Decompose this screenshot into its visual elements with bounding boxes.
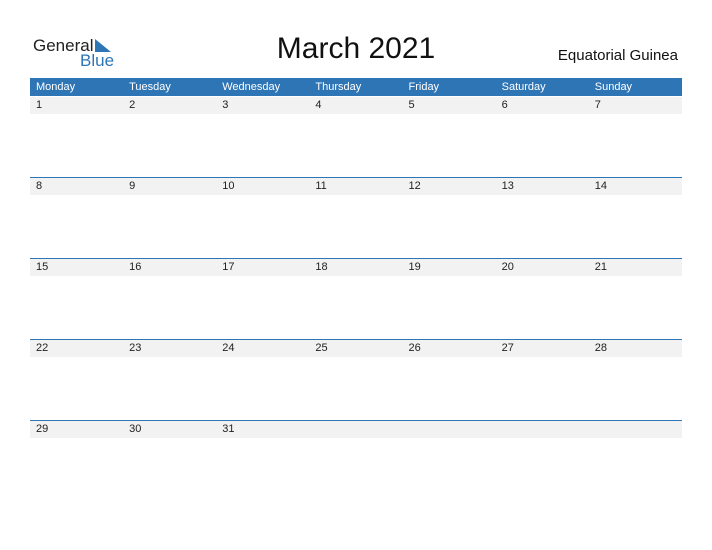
day-number-strip: 8 9 10 11 12 13 14 bbox=[30, 178, 682, 195]
day-cell: 1 bbox=[36, 99, 43, 111]
weekday-sunday: Sunday bbox=[594, 81, 633, 93]
day-cell: 16 bbox=[129, 261, 142, 273]
weekday-thursday: Thursday bbox=[315, 81, 362, 93]
day-cell: 19 bbox=[408, 261, 421, 273]
day-cell: 27 bbox=[501, 342, 514, 354]
day-number-strip: 22 23 24 25 26 27 28 bbox=[30, 340, 682, 357]
day-cell: 24 bbox=[222, 342, 235, 354]
day-cell: 11 bbox=[315, 180, 327, 192]
day-cell bbox=[309, 421, 402, 438]
day-cell bbox=[589, 421, 682, 438]
day-cell bbox=[496, 421, 589, 438]
week-row: 22 23 24 25 26 27 28 bbox=[30, 339, 682, 357]
day-cell: 6 bbox=[501, 99, 508, 111]
day-cell: 12 bbox=[408, 180, 421, 192]
day-cell: 5 bbox=[408, 99, 415, 111]
day-cell: 23 bbox=[129, 342, 142, 354]
weekday-friday: Friday bbox=[408, 81, 440, 93]
weekday-monday: Monday bbox=[36, 81, 76, 93]
day-cell: 2 bbox=[129, 99, 136, 111]
week-row: 8 9 10 11 12 13 14 bbox=[30, 177, 682, 195]
weekday-tuesday: Tuesday bbox=[129, 81, 171, 93]
week-row: 29 30 31 bbox=[30, 420, 682, 438]
day-cell: 26 bbox=[408, 342, 421, 354]
day-cell: 21 bbox=[594, 261, 607, 273]
weekday-saturday: Saturday bbox=[501, 81, 546, 93]
day-cell: 7 bbox=[594, 99, 601, 111]
day-cell: 4 bbox=[315, 99, 322, 111]
day-cell: 18 bbox=[315, 261, 328, 273]
day-cell: 20 bbox=[501, 261, 514, 273]
day-cell: 29 bbox=[36, 423, 49, 435]
country-label: Equatorial Guinea bbox=[557, 47, 678, 64]
day-cell: 30 bbox=[129, 423, 142, 435]
day-cell: 13 bbox=[501, 180, 514, 192]
weekday-header: Monday Tuesday Wednesday Thursday Friday… bbox=[30, 78, 682, 96]
day-cell: 10 bbox=[222, 180, 235, 192]
day-cell: 17 bbox=[222, 261, 235, 273]
day-cell: 3 bbox=[222, 99, 229, 111]
week-row: 15 16 17 18 19 20 21 bbox=[30, 258, 682, 276]
day-number-strip: 15 16 17 18 19 20 21 bbox=[30, 259, 682, 276]
day-number-strip: 1 2 3 4 5 6 7 bbox=[30, 97, 682, 114]
day-cell: 8 bbox=[36, 180, 43, 192]
day-cell: 31 bbox=[222, 423, 235, 435]
day-cell: 9 bbox=[129, 180, 136, 192]
day-cell: 22 bbox=[36, 342, 49, 354]
day-cell: 25 bbox=[315, 342, 328, 354]
weekday-wednesday: Wednesday bbox=[222, 81, 281, 93]
day-cell: 14 bbox=[594, 180, 607, 192]
day-cell bbox=[403, 421, 496, 438]
week-row: 1 2 3 4 5 6 7 bbox=[30, 97, 682, 114]
day-cell: 28 bbox=[594, 342, 607, 354]
day-number-strip: 29 30 31 bbox=[30, 421, 682, 438]
day-cell: 15 bbox=[36, 261, 49, 273]
